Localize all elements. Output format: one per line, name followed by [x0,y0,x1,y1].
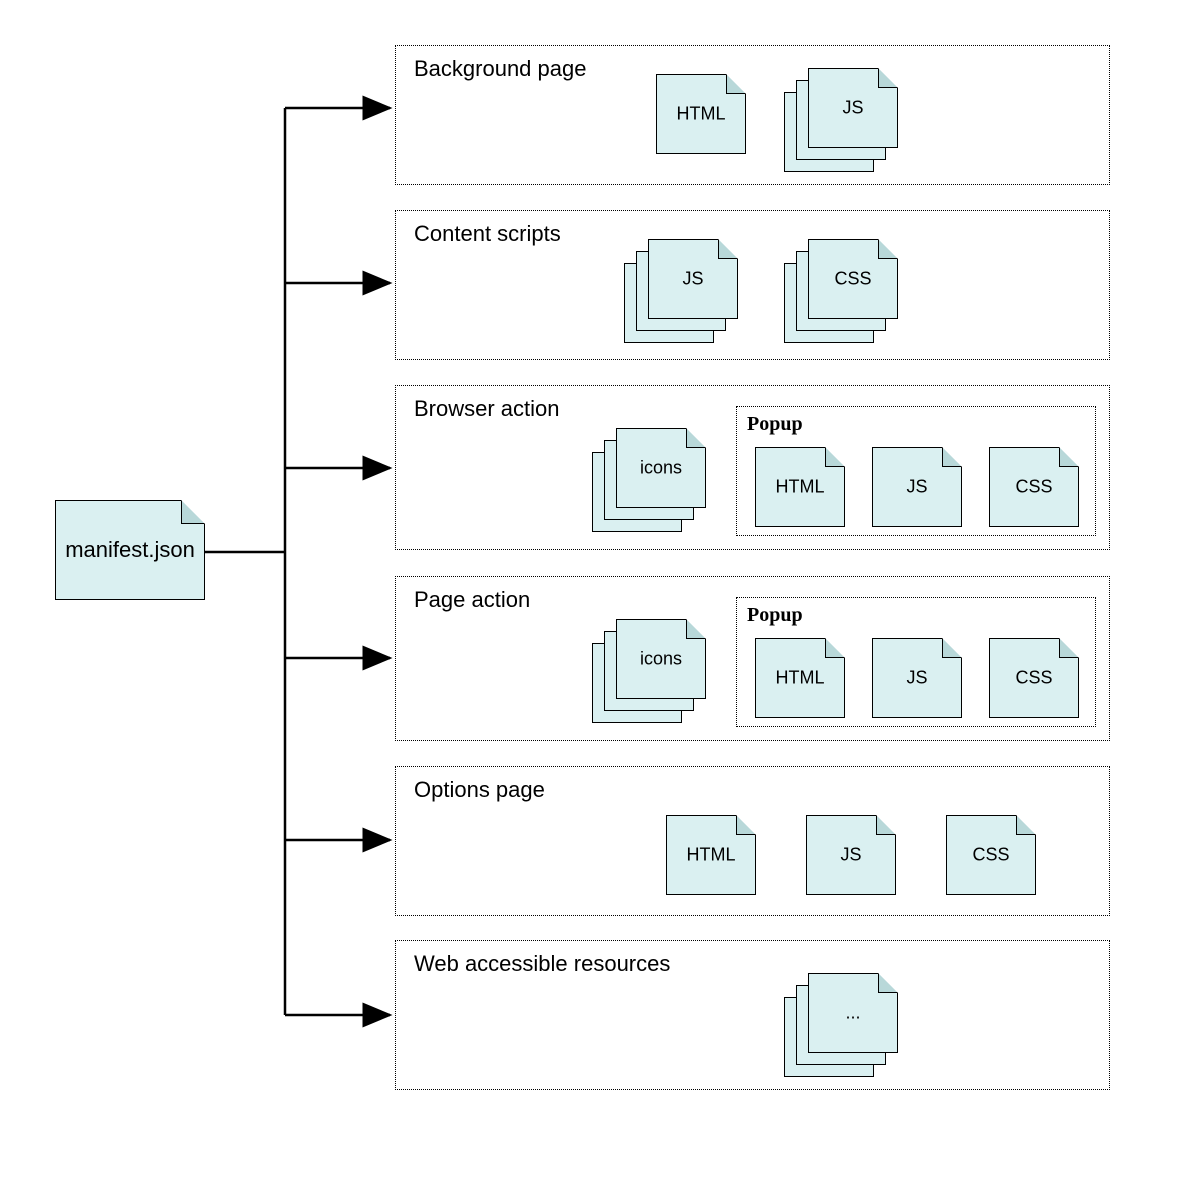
file-icon: JS [806,815,896,895]
file-label: JS [872,668,962,689]
file-label: CSS [808,269,898,290]
component-title: Web accessible resources [414,951,670,977]
manifest-file-icon: manifest.json [55,500,205,600]
component-box-page-action: Page action icons Popup HTML JS CSS [395,576,1110,741]
component-box-web-accessible-resources: Web accessible resources ... [395,940,1110,1090]
file-label: JS [808,98,898,119]
file-label: JS [648,269,738,290]
file-icon: JS [808,68,898,148]
diagram-canvas: manifest.json Background page HTML JS Co… [0,0,1200,1200]
file-icon: HTML [755,638,845,718]
file-label: CSS [989,477,1079,498]
file-icon: icons [616,428,706,508]
file-label: icons [616,649,706,670]
component-box-background-page: Background page HTML JS [395,45,1110,185]
popup-title: Popup [747,413,803,436]
file-icon: JS [648,239,738,319]
component-box-browser-action: Browser action icons Popup HTML JS CSS [395,385,1110,550]
component-box-content-scripts: Content scripts JS CSS [395,210,1110,360]
file-label: HTML [656,104,746,125]
file-icon: JS [872,447,962,527]
manifest-file-label: manifest.json [55,537,205,563]
component-title: Background page [414,56,586,82]
file-icon: HTML [656,74,746,154]
file-icon: CSS [946,815,1036,895]
file-label: icons [616,458,706,479]
file-icon: JS [872,638,962,718]
file-label: HTML [755,477,845,498]
file-label: JS [872,477,962,498]
file-label: HTML [755,668,845,689]
file-icon: CSS [808,239,898,319]
file-icon: CSS [989,638,1079,718]
file-icon: CSS [989,447,1079,527]
component-title: Page action [414,587,530,613]
file-label: HTML [666,845,756,866]
popup-box: Popup HTML JS CSS [736,406,1096,536]
file-label: CSS [989,668,1079,689]
file-label: ... [808,1003,898,1024]
component-title: Content scripts [414,221,561,247]
component-box-options-page: Options page HTML JS CSS [395,766,1110,916]
popup-title: Popup [747,604,803,627]
file-icon: icons [616,619,706,699]
file-icon: ... [808,973,898,1053]
component-title: Options page [414,777,545,803]
file-label: CSS [946,845,1036,866]
file-icon: HTML [755,447,845,527]
component-title: Browser action [414,396,560,422]
file-icon: HTML [666,815,756,895]
file-label: JS [806,845,896,866]
popup-box: Popup HTML JS CSS [736,597,1096,727]
